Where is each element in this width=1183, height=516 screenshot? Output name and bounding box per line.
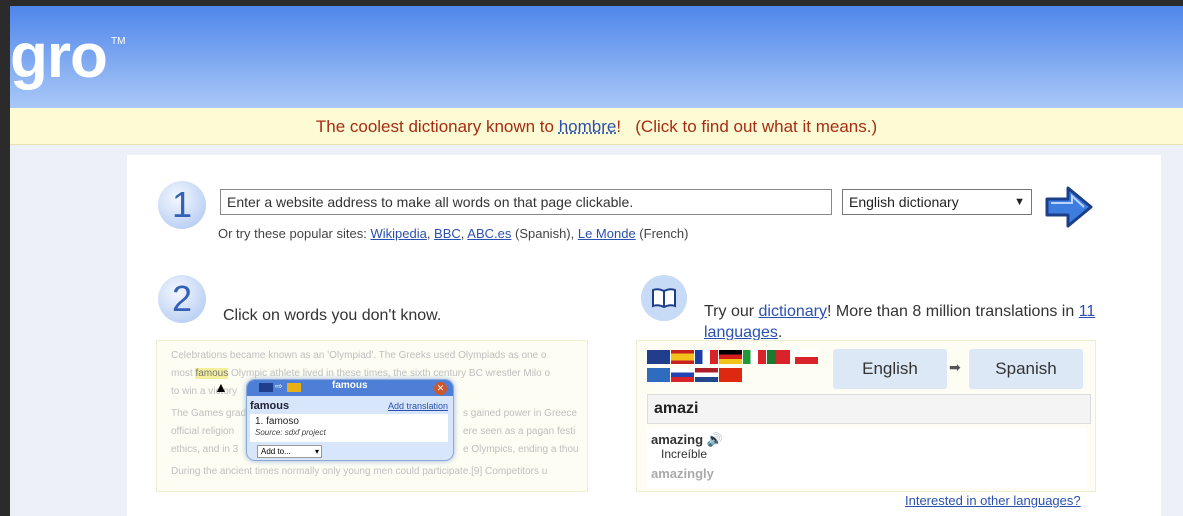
site-link-le-monde[interactable]: Le Monde (578, 226, 636, 241)
demo-text: most (171, 368, 196, 379)
swap-arrow-icon[interactable]: ➡ (949, 359, 961, 376)
france-flag-icon[interactable] (695, 350, 718, 364)
sweden-flag-icon[interactable] (647, 368, 670, 382)
page: gro TM The coolest dictionary known to h… (10, 6, 1183, 516)
popup-source: Source: sdxf project (255, 428, 326, 437)
china-flag-icon[interactable] (719, 368, 742, 382)
demo-line: During the ancient times normally only y… (171, 466, 548, 477)
website-url-input[interactable] (220, 189, 832, 215)
close-icon[interactable]: ✕ (434, 382, 447, 395)
add-to-select[interactable]: Add to... ▾ (257, 445, 322, 458)
demo-line: Celebrations became known as an 'Olympia… (171, 350, 547, 361)
banner-text-before: The coolest dictionary known to (315, 117, 559, 136)
spain-flag-icon[interactable] (671, 350, 694, 364)
try-text: Try our (704, 303, 759, 320)
dictionary-link[interactable]: dictionary (759, 303, 827, 320)
result-translation: Increíble (661, 447, 708, 461)
dictionary-select[interactable]: English dictionary ▼ (842, 189, 1032, 215)
step-2-badge: 2 (158, 275, 206, 323)
step-2-instruction: Click on words you don't know. (223, 307, 442, 324)
site-link-abc[interactable]: ABC.es (467, 226, 511, 241)
arrow-right-icon: ⇨ (275, 381, 283, 391)
uk-flag-icon (259, 383, 273, 392)
header: gro TM (10, 6, 1183, 108)
dropdown-arrow-icon: ▾ (314, 447, 319, 456)
popup-definition-box: 1. famoso Source: sdxf project (250, 414, 448, 442)
germany-flag-icon[interactable] (719, 350, 742, 364)
add-translation-link[interactable]: Add translation (388, 401, 448, 411)
banner-text-after: ! (Click to find out what it means.) (616, 117, 878, 136)
promo-end: . (777, 324, 783, 341)
demo-line: most famous Olympic athlete lived in the… (171, 368, 550, 379)
demo-line: s gained power in Greece (463, 408, 577, 419)
mouse-cursor-icon: ▲ (214, 379, 228, 395)
spain-flag-icon (287, 383, 301, 392)
dictionary-select-value: English dictionary (849, 194, 959, 210)
tagline-banner: The coolest dictionary known to hombre! … (10, 108, 1183, 145)
hombre-link[interactable]: hombre (559, 117, 617, 136)
popup-title: famous (250, 400, 290, 412)
result-word[interactable]: amazing 🔊 (651, 432, 723, 448)
result-next-word[interactable]: amazingly (651, 466, 714, 481)
language-flags (647, 350, 827, 386)
translation-popup: ⇨ famous ✕ famous Add translation 1. fam… (246, 379, 454, 461)
go-arrow-icon[interactable] (1044, 183, 1094, 231)
main-card: 1 English dictionary ▼ Or try these popu… (127, 155, 1161, 516)
logo[interactable]: gro (10, 22, 108, 92)
popular-prefix: Or try these popular sites: (218, 226, 371, 241)
other-languages-link[interactable]: Interested in other languages? (905, 493, 1081, 508)
popup-header: ⇨ famous ✕ (247, 380, 453, 396)
netherlands-flag-icon[interactable] (695, 368, 718, 382)
speaker-icon[interactable]: 🔊 (707, 432, 723, 447)
target-language-button[interactable]: Spanish (969, 349, 1083, 389)
abc-note: (Spanish), (511, 226, 578, 241)
dictionary-search-input[interactable] (647, 394, 1091, 424)
source-language-button[interactable]: English (833, 349, 947, 389)
result-word-text: amazing (651, 432, 704, 447)
dictionary-results: amazing 🔊 Increíble amazingly (647, 428, 1087, 488)
popup-definition: 1. famoso (255, 416, 299, 427)
russia-flag-icon[interactable] (671, 368, 694, 382)
demo-line: official religion (171, 426, 235, 437)
popular-sites: Or try these popular sites: Wikipedia, B… (218, 226, 689, 241)
demo-line: ethics, and in 3 (171, 444, 239, 455)
site-link-bbc[interactable]: BBC (434, 226, 461, 241)
site-link-wikipedia[interactable]: Wikipedia (370, 226, 426, 241)
book-icon (641, 275, 687, 321)
poland-flag-icon[interactable] (795, 350, 819, 364)
demo-text: Olympic athlete lived in these times, th… (228, 368, 551, 379)
popup-word: famous (332, 380, 368, 391)
logo-trademark: TM (111, 36, 126, 47)
demo-line: ere seen as a pagan festi (463, 426, 576, 437)
dictionary-widget: English ➡ Spanish amazing 🔊 Increíble am… (636, 340, 1096, 492)
demo-line: e Olympics, ending a thou (463, 444, 579, 455)
demo-preview: Celebrations became known as an 'Olympia… (156, 340, 588, 492)
translations-text: ! More than 8 million translations in (827, 303, 1079, 320)
step-1-badge: 1 (158, 181, 206, 229)
dictionary-promo: Try our dictionary! More than 8 million … (704, 301, 1124, 343)
demo-highlight-word[interactable]: famous (195, 368, 229, 379)
add-to-label: Add to... (261, 447, 291, 456)
demo-line: The Games grad (171, 408, 247, 419)
monde-note: (French) (635, 226, 689, 241)
dropdown-arrow-icon: ▼ (1014, 196, 1025, 208)
italy-flag-icon[interactable] (743, 350, 766, 364)
uk-flag-icon[interactable] (647, 350, 670, 364)
portugal-flag-icon[interactable] (767, 350, 790, 364)
